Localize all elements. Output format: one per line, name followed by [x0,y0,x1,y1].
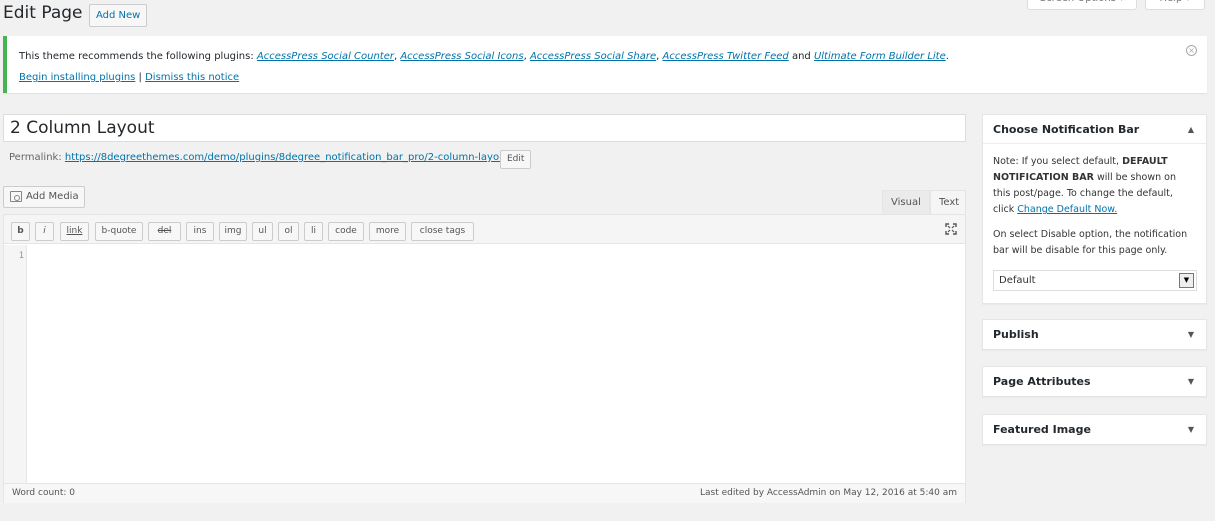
page-title: Edit Page [3,3,83,23]
media-icon [10,191,22,202]
qt-img-button[interactable]: img [219,222,247,241]
close-icon[interactable]: × [1186,45,1197,56]
notice-intro: This theme recommends the following plug… [19,51,257,62]
expand-down-icon[interactable]: ▼ [1188,415,1194,444]
text-editor: b i link b-quote del ins img ul ol li co… [3,214,966,503]
fullscreen-icon[interactable] [945,223,957,235]
help-tab[interactable]: Help ▾ [1145,0,1205,10]
add-media-button[interactable]: Add Media [3,186,85,208]
publish-title: Publish [993,328,1039,341]
add-new-button[interactable]: Add New [89,4,148,27]
dropdown-arrow-icon[interactable]: ▼ [1179,273,1194,288]
dismiss-notice-link[interactable]: Dismiss this notice [145,72,239,83]
line-number: 1 [18,251,24,261]
page-attributes-header[interactable]: Page Attributes ▼ [983,367,1206,396]
permalink-link[interactable]: https://8degreethemes.com/demo/plugins/8… [65,152,513,163]
notice-divider: | [135,72,146,83]
screen-options-tab[interactable]: Screen Options ▾ [1027,0,1137,10]
notice-text: This theme recommends the following plug… [19,51,949,62]
plugin-link-twitter-feed[interactable]: AccessPress Twitter Feed [663,51,789,62]
qt-code-button[interactable]: code [328,222,364,241]
featured-image-box[interactable]: Featured Image ▼ [982,414,1207,445]
collapse-up-icon[interactable]: ▲ [1188,115,1194,144]
qt-bquote-button[interactable]: b-quote [95,222,143,241]
qt-ol-button[interactable]: ol [278,222,299,241]
line-gutter: 1 [4,245,27,484]
notification-bar-content: Note: If you select default, DEFAULT NOT… [983,144,1206,259]
notification-bar-box: Choose Notification Bar ▲ Note: If you s… [982,114,1207,304]
qt-ins-button[interactable]: ins [186,222,214,241]
quicktags-toolbar: b i link b-quote del ins img ul ol li co… [4,215,965,244]
tab-text[interactable]: Text [930,190,966,214]
notification-bar-select[interactable]: Default ▼ [993,270,1197,291]
page-attributes-box[interactable]: Page Attributes ▼ [982,366,1207,397]
disable-note: On select Disable option, the notificati… [993,229,1188,256]
begin-installing-link[interactable]: Begin installing plugins [19,72,135,83]
permalink-base: https://8degreethemes.com/demo/plugins/8… [64,152,428,163]
notification-bar-title: Choose Notification Bar [993,123,1140,136]
notice-and: and [788,51,814,62]
last-edited: Last edited by AccessAdmin on May 12, 20… [700,488,957,498]
tab-visual[interactable]: Visual [882,190,930,214]
permalink-slug: 2-column-layout [427,152,510,163]
page-attributes-title: Page Attributes [993,375,1091,388]
add-media-label: Add Media [26,191,79,202]
qt-italic-button[interactable]: i [35,222,54,241]
notification-bar-header[interactable]: Choose Notification Bar ▲ [983,115,1206,144]
plugin-link-social-counter[interactable]: AccessPress Social Counter [257,51,394,62]
qt-li-button[interactable]: li [304,222,323,241]
expand-down-icon[interactable]: ▼ [1188,320,1194,349]
qt-del-button[interactable]: del [148,222,181,241]
editor-status-bar: Word count: 0 Last edited by AccessAdmin… [4,483,965,503]
notice-period: . [945,51,949,62]
post-title-input[interactable]: 2 Column Layout [3,114,966,142]
featured-image-title: Featured Image [993,423,1091,436]
qt-ul-button[interactable]: ul [252,222,273,241]
permalink-edit-button[interactable]: Edit [500,150,532,169]
plugin-link-social-share[interactable]: AccessPress Social Share [530,51,656,62]
qt-bold-button[interactable]: b [11,222,30,241]
permalink: Permalink: https://8degreethemes.com/dem… [9,152,513,163]
notification-note: Note: If you select default, DEFAULT NOT… [993,154,1196,218]
publish-box[interactable]: Publish ▼ [982,319,1207,350]
note-prefix: Note: If you select default, [993,156,1123,167]
expand-down-icon[interactable]: ▼ [1188,367,1194,396]
select-value: Default [999,275,1036,286]
change-default-link[interactable]: Change Default Now. [1017,204,1117,215]
notice-actions: Begin installing plugins | Dismiss this … [19,72,239,83]
word-count: Word count: 0 [12,488,76,498]
qt-more-button[interactable]: more [369,222,406,241]
qt-link-button[interactable]: link [60,222,89,241]
permalink-label: Permalink: [9,152,65,163]
featured-image-header[interactable]: Featured Image ▼ [983,415,1206,444]
plugin-link-form-builder[interactable]: Ultimate Form Builder Lite [814,51,946,62]
plugin-notice: This theme recommends the following plug… [3,36,1207,93]
plugin-link-social-icons[interactable]: AccessPress Social Icons [400,51,523,62]
qt-close-tags-button[interactable]: close tags [411,222,474,241]
publish-header[interactable]: Publish ▼ [983,320,1206,349]
